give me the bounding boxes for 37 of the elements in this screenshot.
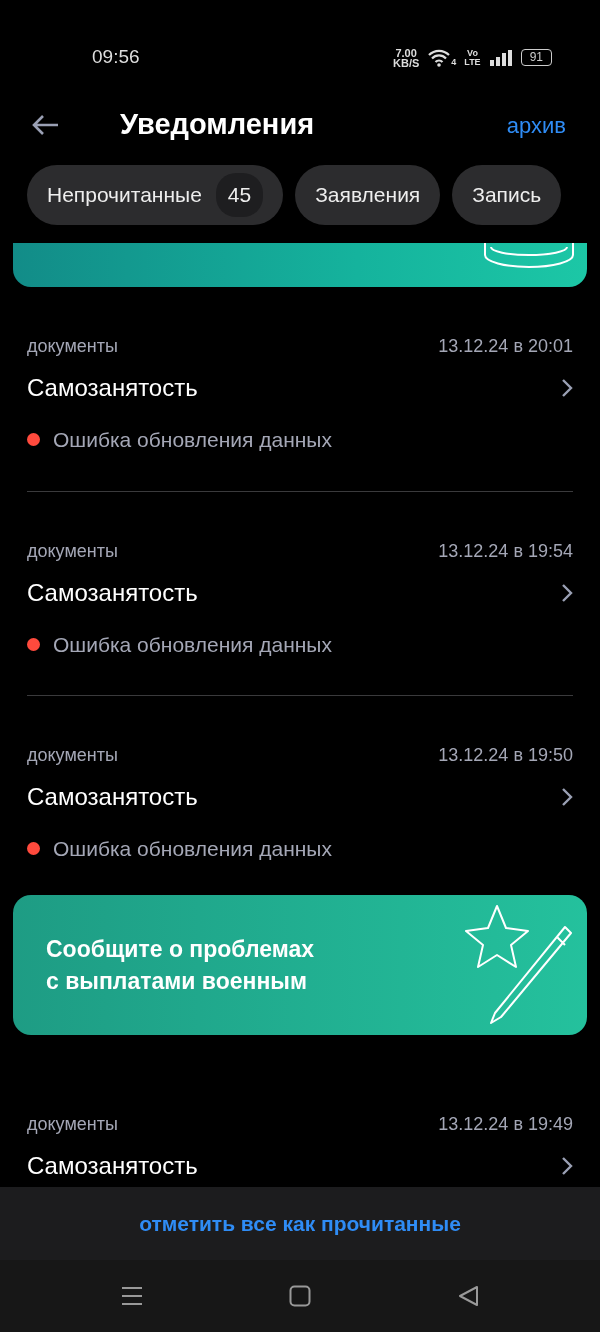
- menu-icon[interactable]: [121, 1286, 143, 1306]
- banner-text: Сообщите о проблемах с выплатами военным: [46, 934, 315, 996]
- archive-link[interactable]: архив: [506, 108, 566, 142]
- category-label: документы: [27, 539, 118, 563]
- clock-time: 09:56: [92, 45, 140, 70]
- notification-title[interactable]: Самозанятость: [27, 574, 198, 611]
- chevron-right-icon[interactable]: [561, 378, 573, 398]
- filter-chip[interactable]: Заявления: [295, 165, 441, 225]
- timestamp: 13.12.24 в 19:50: [438, 744, 573, 767]
- volte-indicator: Vo LTE: [464, 48, 481, 67]
- notification-title[interactable]: Самозанятость: [27, 779, 198, 815]
- status-text: Ошибка обновления данных: [53, 427, 332, 453]
- category-label: документы: [27, 744, 118, 767]
- timestamp: 13.12.24 в 19:54: [438, 539, 573, 563]
- notification-title[interactable]: Самозанятость: [27, 1147, 198, 1184]
- notification-title[interactable]: Самозанятость: [27, 370, 198, 406]
- chevron-right-icon[interactable]: [561, 582, 573, 603]
- filter-chip[interactable]: Непрочитанные 45: [27, 165, 284, 225]
- status-text: Ошибка обновления данных: [53, 836, 332, 862]
- tray-icon: [481, 243, 577, 269]
- wifi-generation: 4: [451, 57, 457, 67]
- back-icon[interactable]: [457, 1285, 479, 1307]
- count-badge: 45: [215, 173, 264, 217]
- status-text: Ошибка обновления данных: [53, 631, 332, 658]
- chevron-right-icon[interactable]: [561, 787, 573, 807]
- timestamp: 13.12.24 в 20:01: [438, 335, 573, 358]
- screen-title: Уведомления: [120, 107, 316, 143]
- battery-indicator: 91: [520, 49, 552, 66]
- chevron-right-icon[interactable]: [561, 1155, 573, 1176]
- network-speed: 7.00 KB/S: [393, 47, 420, 68]
- signal-icon: [488, 49, 513, 66]
- category-label: документы: [27, 1112, 118, 1136]
- filter-chip[interactable]: Запись: [452, 165, 562, 225]
- timestamp: 13.12.24 в 19:49: [438, 1112, 573, 1136]
- category-label: документы: [27, 335, 118, 358]
- home-icon[interactable]: [289, 1285, 311, 1307]
- wifi-icon: [427, 48, 452, 67]
